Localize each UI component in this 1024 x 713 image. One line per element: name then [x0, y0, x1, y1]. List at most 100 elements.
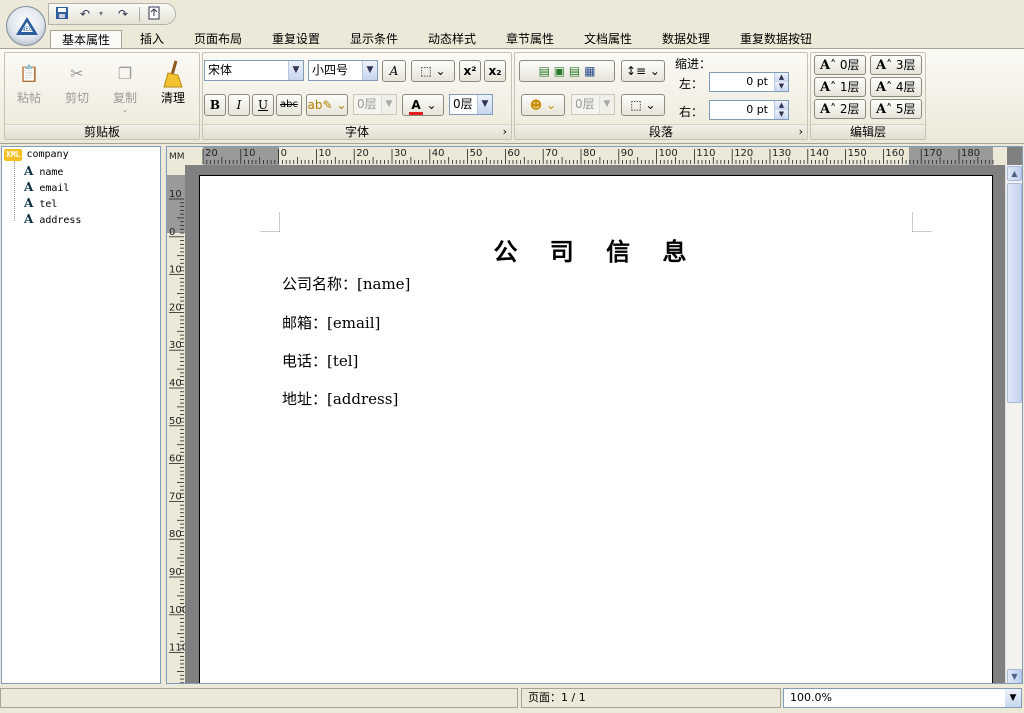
app-menu-button[interactable]: NEC — [6, 6, 46, 46]
border-button[interactable]: ⬚ ⌄ — [411, 60, 455, 82]
font-style-button[interactable]: A — [382, 60, 406, 82]
tree-item-email[interactable]: Aemail — [24, 181, 69, 195]
vertical-ruler: 100102030405060708090100110 — [167, 165, 185, 683]
tab-data-processing[interactable]: 数据处理 — [654, 30, 718, 49]
layer-4-button[interactable]: A˄ 4层 — [870, 77, 922, 97]
tab-repeat-settings[interactable]: 重复设置 — [264, 30, 328, 49]
align-left-icon[interactable]: ▤ — [539, 64, 550, 78]
chevron-down-icon: ▼ — [381, 95, 396, 114]
spin-up-icon[interactable]: ▲ — [774, 73, 788, 82]
clear-button[interactable]: 清理 — [153, 59, 193, 119]
copy-icon: ❐ — [117, 64, 133, 83]
ruler-tick-label: 30 — [169, 340, 182, 351]
vertical-scrollbar[interactable]: ▲ ▼ — [1005, 165, 1022, 683]
layer-0-button[interactable]: A˄ 0层 — [814, 55, 866, 75]
font-size-select[interactable]: 小四号 ▼ — [308, 60, 378, 81]
bold-button[interactable]: B — [204, 94, 226, 116]
dialog-launcher-icon[interactable]: › — [799, 125, 803, 138]
tree-root-company[interactable]: XML company — [4, 149, 69, 161]
ruler-tick-label: 120 — [734, 148, 753, 159]
chevron-down-icon[interactable]: ▼ — [1005, 689, 1021, 707]
tab-dynamic-style[interactable]: 动态样式 — [420, 30, 484, 49]
scroll-down-icon[interactable]: ▼ — [1007, 669, 1022, 683]
layer-2-button[interactable]: A˄ 2层 — [814, 99, 866, 119]
underline-button[interactable]: U — [252, 94, 274, 116]
tree-item-address[interactable]: Aaddress — [24, 213, 81, 227]
ruler-tick-label: 10 — [243, 148, 256, 159]
ruler-tick-label: 90 — [621, 148, 634, 159]
tab-display-conditions[interactable]: 显示条件 — [342, 30, 406, 49]
font-color-layer-select[interactable]: 0层 ▼ — [449, 94, 493, 115]
horizontal-ruler: 20 10 0 10 20 30 40 50 60 70 80 90 100 110 120 130 140 15… — [167, 147, 1007, 165]
spin-down-icon[interactable]: ▼ — [774, 110, 788, 119]
spin-down-icon[interactable]: ▼ — [774, 82, 788, 91]
highlight-button[interactable]: ab✎ ⌄ — [306, 94, 348, 116]
redo-icon[interactable]: ↷ — [115, 6, 131, 22]
tab-insert[interactable]: 插入 — [130, 30, 174, 49]
dialog-launcher-icon[interactable]: › — [503, 125, 507, 138]
indent-right-spinner[interactable]: 0 pt ▲ ▼ — [709, 100, 789, 120]
export-icon[interactable] — [146, 6, 162, 22]
strikethrough-button[interactable]: abc — [276, 94, 302, 116]
font-layer-select[interactable]: 0层 ▼ — [353, 94, 397, 115]
scroll-up-icon[interactable]: ▲ — [1007, 166, 1022, 181]
document-title[interactable]: 公 司 信 息 — [200, 232, 992, 267]
layer-3-button[interactable]: A˄ 3层 — [870, 55, 922, 75]
subscript-icon: x₂ — [488, 64, 502, 78]
layer-label: 5层 — [895, 102, 916, 116]
ruler-tick-label: 110 — [696, 148, 715, 159]
tab-basic-properties[interactable]: 基本属性 — [50, 30, 122, 49]
paste-icon: 📋 — [19, 64, 39, 83]
layer-5-button[interactable]: A˄ 5层 — [870, 99, 922, 119]
scissors-icon: ✂ — [70, 64, 84, 83]
indent-right-label: 右： — [679, 105, 704, 119]
font-family-select[interactable]: 宋体 ▼ — [204, 60, 304, 81]
copy-button[interactable]: ❐ 复制 ⌄ — [105, 59, 145, 119]
align-right-icon[interactable]: ▤ — [569, 64, 580, 78]
document-line-email[interactable]: 邮箱：[email] — [282, 312, 380, 333]
font-a-icon: A — [820, 80, 831, 95]
ruler-tick-label: 110 — [169, 643, 185, 654]
tree-item-tel[interactable]: Atel — [24, 197, 57, 211]
save-icon[interactable] — [54, 6, 70, 22]
font-color-button[interactable]: A ⌄ — [402, 94, 444, 116]
text-a-icon: A — [24, 180, 34, 194]
zoom-select[interactable]: 100.0% ▼ — [783, 688, 1022, 708]
font-family-value: 宋体 — [208, 63, 233, 77]
tab-repeat-data-buttons[interactable]: 重复数据按钮 — [734, 30, 818, 49]
document-line-company-name[interactable]: 公司名称：[name] — [282, 273, 410, 294]
highlighter-icon: ab✎ ⌄ — [307, 98, 347, 112]
ruler-tick-label: 180 — [961, 148, 980, 159]
document-line-tel[interactable]: 电话：[tel] — [282, 350, 358, 371]
ruler-tick-label: 40 — [169, 378, 182, 389]
toolbar-separator — [139, 7, 140, 22]
undo-icon[interactable]: ↶ — [77, 6, 93, 22]
tab-section-properties[interactable]: 章节属性 — [498, 30, 562, 49]
paste-button[interactable]: 📋 粘帖 — [9, 59, 49, 119]
bullets-button[interactable]: ☻ ⌄ — [521, 94, 565, 116]
italic-button[interactable]: I — [228, 94, 250, 116]
tab-document-properties[interactable]: 文档属性 — [576, 30, 640, 49]
superscript-button[interactable]: x² — [459, 60, 481, 82]
undo-dropdown-icon[interactable]: ▾ — [93, 6, 109, 22]
ruler-tick-label: 10 — [318, 148, 331, 159]
tree-item-name[interactable]: Aname — [24, 165, 63, 179]
paragraph-border-button[interactable]: ⬚ ⌄ — [621, 94, 665, 116]
align-center-icon[interactable]: ▣ — [554, 64, 565, 78]
paragraph-layer-select[interactable]: 0层 ▼ — [571, 94, 615, 115]
document-page[interactable]: 公 司 信 息 公司名称：[name] 邮箱：[email] 电话：[tel] … — [199, 175, 993, 683]
align-justify-icon[interactable]: ▦ — [584, 64, 595, 78]
layer-1-button[interactable]: A˄ 1层 — [814, 77, 866, 97]
cut-button[interactable]: ✂ 剪切 — [57, 59, 97, 119]
document-line-address[interactable]: 地址：[address] — [282, 388, 398, 409]
spin-up-icon[interactable]: ▲ — [774, 101, 788, 110]
scrollbar-thumb[interactable] — [1007, 183, 1022, 403]
subscript-button[interactable]: x₂ — [484, 60, 506, 82]
line-spacing-button[interactable]: ↕≡ ⌄ — [621, 60, 665, 82]
chevron-down-icon: ▼ — [477, 95, 492, 114]
ruler-tick-label: 60 — [169, 454, 182, 465]
border-icon: ⬚ ⌄ — [630, 98, 656, 112]
tab-page-layout[interactable]: 页面布局 — [186, 30, 250, 49]
indent-left-spinner[interactable]: 0 pt ▲ ▼ — [709, 72, 789, 92]
paragraph-layer-value: 0层 — [575, 97, 595, 111]
